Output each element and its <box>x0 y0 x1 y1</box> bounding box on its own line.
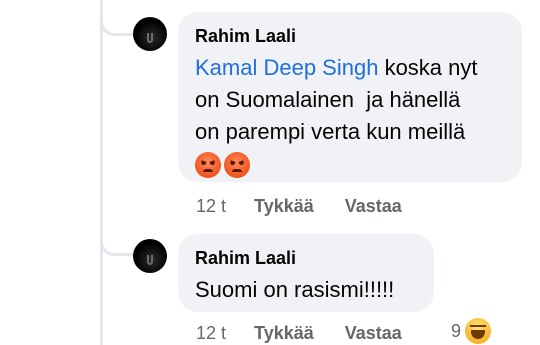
reaction-summary[interactable]: 9 <box>451 318 492 344</box>
reply-button[interactable]: Vastaa <box>345 195 402 217</box>
like-button[interactable]: Tykkää <box>254 195 314 217</box>
angry-face-emoji <box>224 152 250 178</box>
comment-bubble: Rahim Laali Kamal Deep Singh koska nyt o… <box>178 12 522 182</box>
comment-text: Kamal Deep Singh koska nyt on Suomalaine… <box>195 52 504 148</box>
comment-timestamp[interactable]: 12 t <box>196 322 226 344</box>
comment-actions: 12 t Tykkää Vastaa <box>196 195 433 217</box>
angry-face-emoji <box>195 152 221 178</box>
reaction-count: 9 <box>451 320 462 341</box>
avatar-image <box>147 33 153 43</box>
thread-branch <box>100 230 136 256</box>
like-button[interactable]: Tykkää <box>254 322 314 344</box>
haha-reaction-icon <box>465 318 492 344</box>
thread-line <box>100 0 103 345</box>
avatar-image <box>147 255 153 265</box>
comment-author[interactable]: Rahim Laali <box>195 246 416 270</box>
avatar[interactable] <box>133 239 167 273</box>
comment-bubble: Rahim Laali Suomi on rasismi!!!!! <box>178 234 434 312</box>
comment-actions: 12 t Tykkää Vastaa <box>196 322 433 344</box>
comment-thread: Rahim Laali Kamal Deep Singh koska nyt o… <box>0 0 540 345</box>
thread-branch <box>100 10 136 36</box>
emoji-row <box>195 150 504 180</box>
comment-timestamp[interactable]: 12 t <box>196 195 226 217</box>
comment-text: Suomi on rasismi!!!!! <box>195 277 395 302</box>
reply-button[interactable]: Vastaa <box>345 322 402 344</box>
comment-author[interactable]: Rahim Laali <box>195 24 504 48</box>
mention-link[interactable]: Kamal Deep Singh <box>195 55 378 80</box>
avatar[interactable] <box>133 17 167 51</box>
